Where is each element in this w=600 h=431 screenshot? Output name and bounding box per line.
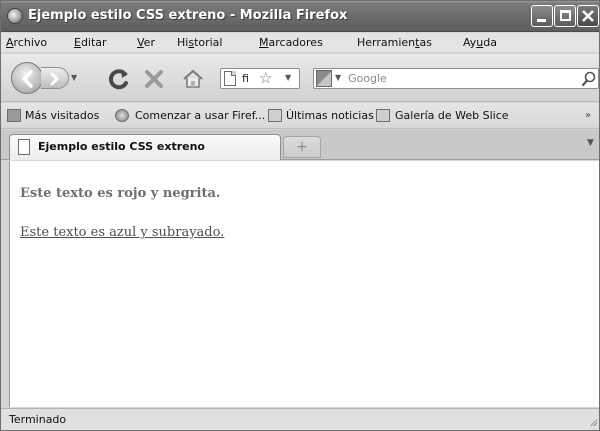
resize-grip[interactable] [589, 418, 597, 426]
menu-historial-label-pre: Hi [177, 36, 189, 49]
menu-ayuda[interactable]: Ayuda [463, 36, 497, 49]
bookmark-mas-visitados[interactable]: Más visitados [25, 109, 99, 122]
menu-archivo-accesskey: A [6, 36, 14, 49]
minimize-button[interactable] [531, 5, 553, 27]
rss-feed-icon [268, 109, 282, 122]
url-bar[interactable]: fi ☆ ▼ [220, 68, 300, 89]
close-button[interactable] [577, 5, 599, 27]
title-bar[interactable]: Ejemplo estilo CSS extreno - Mozilla Fir… [1, 1, 599, 32]
menu-marcadores[interactable]: Marcadores [259, 36, 323, 49]
bookmarks-overflow-chevron[interactable]: » [585, 110, 591, 121]
firefox-icon[interactable] [7, 8, 23, 24]
tab-label: Ejemplo estilo CSS extreno [38, 140, 205, 153]
paragraph-red-bold: Este texto es rojo y negrita. [20, 186, 221, 201]
search-engine-icon[interactable] [316, 70, 332, 87]
window-title: Ejemplo estilo CSS extreno - Mozilla Fir… [28, 8, 348, 23]
close-icon [582, 10, 594, 22]
forward-button[interactable] [41, 67, 69, 89]
menu-ver-accesskey: V [137, 36, 144, 49]
menu-herramientas-label-pre: Herramien [357, 36, 416, 49]
browser-window: Ejemplo estilo CSS extreno - Mozilla Fir… [0, 0, 600, 431]
menu-ayuda-label: da [483, 36, 498, 49]
menu-herramientas[interactable]: Herramientas [357, 36, 432, 49]
search-bar[interactable]: ▼ Google [313, 68, 599, 89]
search-engine-dropdown-icon[interactable]: ▼ [335, 73, 341, 82]
menu-historial[interactable]: Historial [177, 36, 222, 49]
page-content: Este texto es rojo y negrita. Este texto… [9, 161, 599, 407]
maximize-button[interactable] [554, 5, 576, 27]
web-slice-icon [376, 109, 390, 122]
tab-active[interactable]: Ejemplo estilo CSS extreno [9, 134, 281, 160]
stop-icon[interactable] [142, 67, 166, 91]
back-button[interactable] [11, 62, 43, 94]
most-visited-icon [7, 109, 21, 122]
tab-strip: Ejemplo estilo CSS extreno + ▼ [1, 130, 599, 160]
url-dropdown-icon[interactable]: ▼ [285, 73, 291, 82]
menu-editar-accesskey: E [74, 36, 81, 49]
menu-editar-label: ditar [80, 36, 107, 49]
menu-archivo-label: rchivo [13, 36, 48, 49]
menu-editar[interactable]: Editar [74, 36, 107, 49]
bookmark-comenzar[interactable]: Comenzar a usar Firef... [135, 109, 265, 122]
paragraph-blue-underline: Este texto es azul y subrayado. [20, 225, 225, 240]
minimize-icon [537, 19, 546, 22]
history-dropdown-icon[interactable]: ▼ [71, 73, 77, 82]
firefox-bookmark-icon [115, 109, 129, 122]
menu-ayuda-label-pre: Ay [463, 36, 477, 49]
navigation-toolbar: ▼ fi ☆ ▼ ▼ Google [1, 54, 599, 102]
menu-bar: Archivo Editar Ver Historial Marcadores … [1, 33, 599, 53]
forward-arrow-icon [50, 72, 59, 86]
menu-archivo[interactable]: Archivo [6, 36, 47, 49]
page-icon [224, 71, 236, 86]
status-text: Terminado [9, 413, 67, 426]
bookmark-galeria-web-slice[interactable]: Galería de Web Slice [395, 109, 509, 122]
new-tab-button[interactable]: + [283, 136, 321, 158]
bookmark-star-icon[interactable]: ☆ [259, 69, 272, 87]
menu-ver-label: er [143, 36, 155, 49]
menu-marcadores-label: arcadores [268, 36, 323, 49]
bookmark-ultimas-noticias[interactable]: Últimas noticias [286, 109, 374, 122]
status-bar: Terminado [1, 408, 599, 430]
search-icon[interactable] [581, 71, 597, 87]
menu-marcadores-accesskey: M [259, 36, 269, 49]
tab-list-dropdown-icon[interactable]: ▼ [587, 138, 594, 148]
bookmarks-toolbar: Más visitados Comenzar a usar Firef... Ú… [1, 103, 599, 129]
search-input[interactable]: Google [348, 72, 387, 85]
menu-ver[interactable]: Ver [137, 36, 155, 49]
url-input[interactable]: fi [242, 72, 249, 85]
page-icon [18, 139, 30, 155]
back-arrow-icon [22, 70, 33, 88]
maximize-icon [560, 10, 571, 21]
reload-icon[interactable] [107, 67, 131, 91]
menu-historial-label: torial [194, 36, 223, 49]
home-icon[interactable] [181, 67, 205, 91]
menu-herramientas-label: as [419, 36, 432, 49]
